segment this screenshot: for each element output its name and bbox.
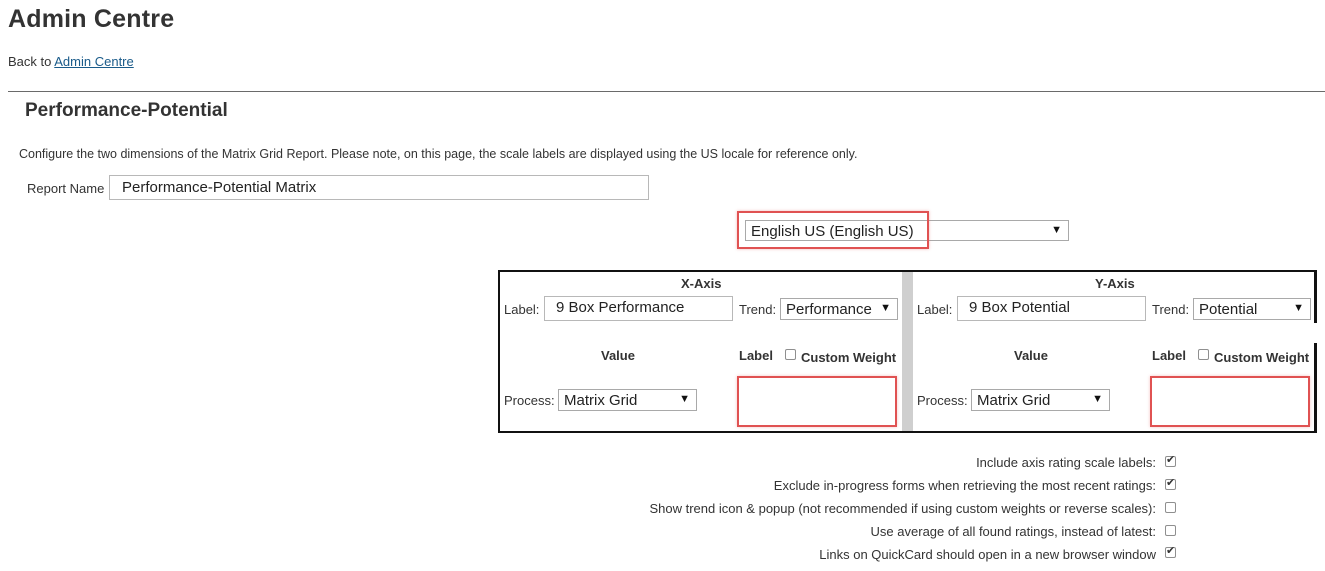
y-axis-title: Y-Axis [1095, 276, 1135, 291]
y-axis-custom-weight-checkbox[interactable] [1198, 349, 1209, 360]
y-axis-value-header: Value [1014, 348, 1048, 363]
dropdown-arrow-icon: ▼ [1051, 224, 1062, 236]
axis-divider [902, 272, 913, 431]
x-axis-process-select[interactable]: Matrix Grid ▼ [558, 389, 697, 411]
exclude-in-progress-checkbox[interactable] [1165, 476, 1176, 490]
x-axis-custom-weight-label: Custom Weight [801, 350, 897, 365]
dropdown-arrow-icon: ▼ [679, 393, 690, 405]
x-axis-trend-caption: Trend: [739, 302, 777, 317]
dropdown-arrow-icon: ▼ [880, 302, 891, 314]
locale-highlight-box [737, 211, 929, 249]
x-axis-process-caption: Process: [504, 393, 555, 408]
x-axis-title: X-Axis [681, 276, 722, 291]
back-line: Back to Admin Centre [8, 54, 134, 69]
y-axis-process-caption: Process: [917, 393, 968, 408]
show-trend-icon-checkbox[interactable] [1165, 502, 1176, 513]
x-axis-trend-select[interactable]: Performance ▼ [780, 298, 898, 320]
y-axis-label-header: Label [1152, 348, 1186, 363]
y-axis-trend-select[interactable]: Potential ▼ [1193, 298, 1311, 320]
section-title: Performance-Potential [25, 100, 228, 121]
x-axis-custom-weight-checkbox[interactable] [785, 349, 796, 360]
dropdown-arrow-icon: ▼ [1092, 393, 1103, 405]
report-name-input[interactable]: Performance-Potential Matrix [109, 175, 649, 200]
x-axis-label-area[interactable] [737, 376, 897, 427]
option-use-average: Use average of all found ratings, instea… [870, 524, 1156, 539]
y-axis-trend-value: Potential [1199, 301, 1258, 318]
y-axis-label-input[interactable]: 9 Box Potential [957, 296, 1146, 321]
use-average-checkbox[interactable] [1165, 525, 1176, 536]
y-axis-label-caption: Label: [917, 302, 953, 317]
page-title: Admin Centre [8, 5, 175, 33]
x-axis-label-header: Label [739, 348, 773, 363]
x-axis-value-header: Value [601, 348, 635, 363]
report-name-label: Report Name [27, 181, 105, 196]
quickcard-new-window-checkbox[interactable] [1165, 544, 1176, 558]
y-axis-custom-weight-label: Custom Weight [1214, 350, 1310, 365]
x-axis-process-value: Matrix Grid [564, 392, 638, 409]
y-axis-label-area[interactable] [1150, 376, 1310, 427]
x-axis-trend-value: Performance [786, 301, 872, 318]
x-axis-label-input[interactable]: 9 Box Performance [544, 296, 733, 321]
divider [8, 91, 1325, 92]
option-show-trend-icon: Show trend icon & popup (not recommended… [649, 501, 1156, 516]
x-axis-label-caption: Label: [504, 302, 540, 317]
option-quickcard-new-window: Links on QuickCard should open in a new … [819, 547, 1156, 562]
panel-edge [1314, 343, 1317, 433]
option-include-scale-labels: Include axis rating scale labels: [976, 455, 1156, 470]
dropdown-arrow-icon: ▼ [1293, 302, 1304, 314]
section-description: Configure the two dimensions of the Matr… [19, 147, 858, 161]
y-axis-trend-caption: Trend: [1152, 302, 1190, 317]
admin-centre-link[interactable]: Admin Centre [54, 54, 133, 69]
y-axis-process-value: Matrix Grid [977, 392, 1051, 409]
panel-edge [1314, 270, 1317, 323]
include-scale-labels-checkbox[interactable] [1165, 453, 1176, 467]
back-prefix: Back to [8, 54, 52, 69]
y-axis-process-select[interactable]: Matrix Grid ▼ [971, 389, 1110, 411]
option-exclude-in-progress: Exclude in-progress forms when retrievin… [773, 478, 1156, 493]
